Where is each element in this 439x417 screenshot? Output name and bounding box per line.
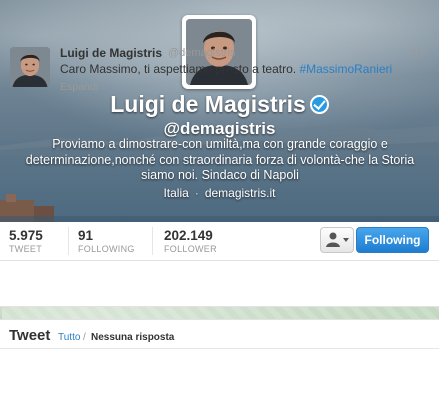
tweet-avatar[interactable] <box>10 47 50 87</box>
stat-divider <box>68 227 69 255</box>
stat-followers[interactable]: 202.149 FOLLOWER <box>164 228 217 254</box>
stat-followers-count: 202.149 <box>164 228 213 243</box>
bio-line: determinazione,nonché con straordinaria … <box>25 152 415 167</box>
profile-handle: @demagistris <box>163 119 276 138</box>
profile-location: Italia <box>163 186 189 200</box>
profile-name: Luigi de Magistris <box>0 91 439 118</box>
profile-stats-bar: 5.975 TWEET 91 FOLLOWING 202.149 FOLLOWE… <box>0 222 439 261</box>
meta-separator: · <box>194 186 199 200</box>
profile-header: Luigi de Magistris @demagistris Proviamo… <box>0 0 439 222</box>
stat-divider <box>152 227 153 255</box>
user-actions-dropdown[interactable] <box>320 227 354 253</box>
filter-all-link[interactable]: Tutto <box>58 332 80 343</box>
user-icon <box>326 232 349 247</box>
profile-bio: Proviamo a dimostrare-con umiltà,ma con … <box>20 137 420 184</box>
profile-meta: Italia · demagistris.it <box>0 186 439 200</box>
empty-module <box>0 261 439 307</box>
verified-badge-icon <box>309 95 329 114</box>
filter-separator: / <box>83 332 86 343</box>
stat-tweets[interactable]: 5.975 TWEET <box>9 228 43 254</box>
tweets-section: Tweet Tutto / Nessuna risposta <box>0 319 439 417</box>
tweets-title: Tweet <box>9 327 51 344</box>
bio-line: Proviamo a dimostrare-con umiltà,ma con … <box>52 137 388 151</box>
tweet-author-name[interactable]: Luigi de Magistris <box>60 46 162 60</box>
tweet-expand-link[interactable]: Espandi <box>60 81 98 93</box>
filter-no-replies[interactable]: Nessuna risposta <box>91 332 174 343</box>
tweet-body: Caro Massimo, ti aspettiamo presto a tea… <box>60 62 297 76</box>
stat-followers-label: FOLLOWER <box>164 244 217 254</box>
tweet-hashtag-link[interactable]: #MassimoRanieri <box>299 62 392 76</box>
following-button[interactable]: Following <box>356 227 429 253</box>
stat-tweets-label: TWEET <box>9 244 42 254</box>
tweet-author-handle[interactable]: @demagistris <box>168 47 235 59</box>
tweets-header: Tweet Tutto / Nessuna risposta <box>0 320 439 349</box>
bio-line: siamo noi. Sindaco di Napoli <box>141 168 299 182</box>
profile-website-link[interactable]: demagistris.it <box>205 186 276 200</box>
stat-following-count: 91 <box>78 228 94 243</box>
stat-following-label: FOLLOWING <box>78 244 135 254</box>
tweet-text: Caro Massimo, ti aspettiamo presto a tea… <box>60 62 392 76</box>
profile-name-text: Luigi de Magistris <box>110 91 306 117</box>
stat-following[interactable]: 91 FOLLOWING <box>78 228 135 254</box>
tweet-timestamp[interactable]: 1h <box>412 47 424 59</box>
stat-tweets-count: 5.975 <box>9 228 43 243</box>
